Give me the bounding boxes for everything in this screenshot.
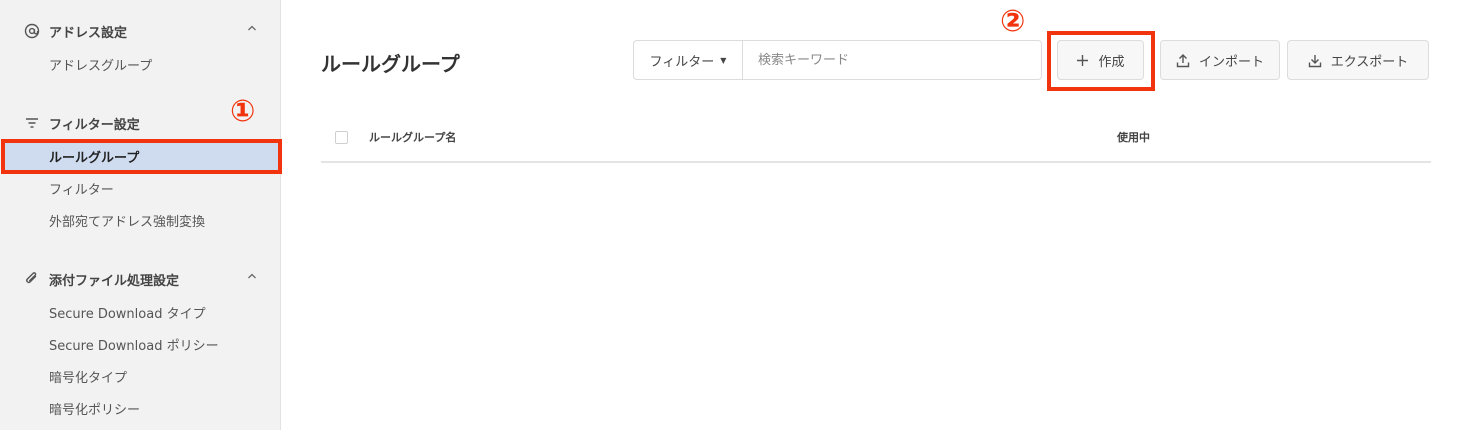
export-button[interactable]: エクスポート xyxy=(1287,40,1429,80)
sidebar-section-label: アドレス設定 xyxy=(49,25,128,41)
filter-dropdown-label: フィルター xyxy=(649,54,715,70)
upload-icon xyxy=(1176,53,1190,68)
column-header-rule-group-name[interactable]: ルールグループ名 xyxy=(369,129,456,145)
import-button[interactable]: インポート xyxy=(1160,40,1280,80)
table-header: ルールグループ名 使用中 xyxy=(321,120,1431,163)
paperclip-icon xyxy=(22,269,42,289)
annotation-box-1 xyxy=(1,139,282,174)
sidebar-section-address[interactable]: アドレス設定 xyxy=(22,19,258,43)
sidebar-item-secure-download-type[interactable]: Secure Download タイプ xyxy=(49,301,206,323)
column-header-in-use[interactable]: 使用中 xyxy=(1117,129,1150,145)
sidebar-section-label: フィルター設定 xyxy=(49,117,140,133)
sidebar-item-address-group[interactable]: アドレスグループ xyxy=(49,53,152,75)
sidebar-item-external-address-conversion[interactable]: 外部宛てアドレス強制変換 xyxy=(49,209,205,231)
annotation-box-2 xyxy=(1047,31,1155,91)
annotation-number-2: ② xyxy=(1000,4,1026,39)
sidebar-item-secure-download-policy[interactable]: Secure Download ポリシー xyxy=(49,333,219,355)
filter-dropdown[interactable]: フィルター ▼ xyxy=(634,41,743,79)
select-all-checkbox[interactable] xyxy=(335,131,348,144)
sidebar-item-encryption-type[interactable]: 暗号化タイプ xyxy=(49,365,127,387)
chevron-up-icon[interactable] xyxy=(246,270,258,285)
sidebar-item-encryption-policy[interactable]: 暗号化ポリシー xyxy=(49,397,140,419)
search-bar: フィルター ▼ xyxy=(633,40,1042,80)
sidebar-section-attachment[interactable]: 添付ファイル処理設定 xyxy=(22,267,258,291)
chevron-up-icon[interactable] xyxy=(246,22,258,37)
page-title: ルールグループ xyxy=(321,52,460,76)
import-button-label: インポート xyxy=(1198,54,1264,70)
sidebar-section-label: 添付ファイル処理設定 xyxy=(49,273,180,289)
export-button-label: エクスポート xyxy=(1330,54,1409,70)
filter-lines-icon xyxy=(22,113,42,133)
caret-down-icon: ▼ xyxy=(720,55,727,65)
at-icon xyxy=(22,21,42,41)
sidebar-item-filter[interactable]: フィルター xyxy=(49,177,114,199)
annotation-number-1: ① xyxy=(230,94,256,129)
sidebar: アドレス設定 アドレスグループ フィルター設定 ルールグループ フィルター 外部… xyxy=(0,0,281,430)
download-icon xyxy=(1308,53,1322,68)
search-input[interactable] xyxy=(743,41,1041,79)
app-window: アドレス設定 アドレスグループ フィルター設定 ルールグループ フィルター 外部… xyxy=(0,0,1471,430)
sidebar-section-filter[interactable]: フィルター設定 xyxy=(22,111,258,135)
